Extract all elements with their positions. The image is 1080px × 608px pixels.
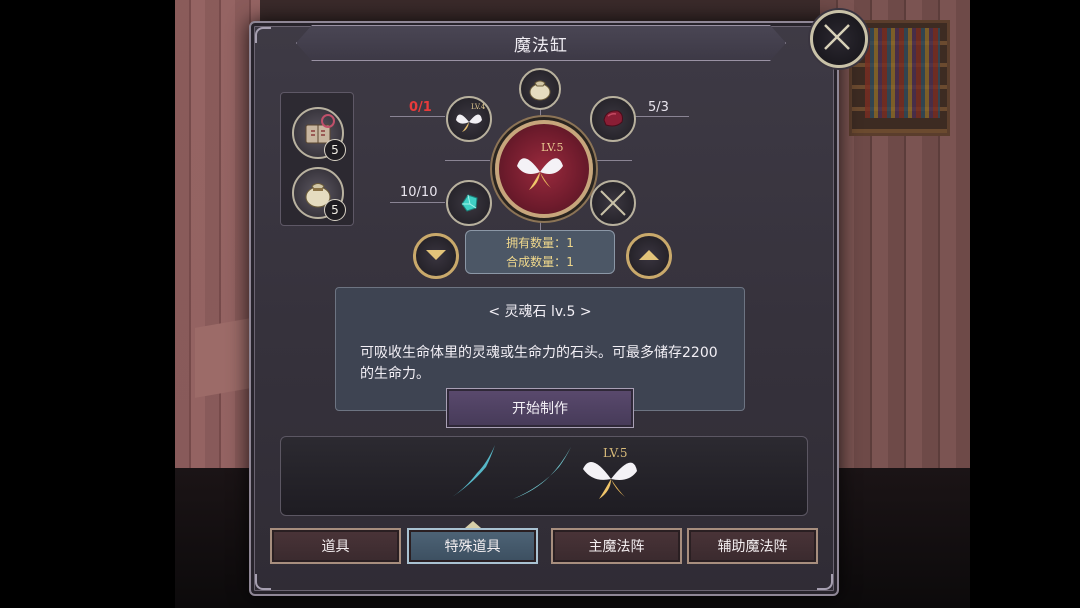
connector-line xyxy=(390,116,445,117)
material-count: 10/10 xyxy=(400,185,438,200)
chevron-up-icon xyxy=(639,250,659,260)
start-crafting-button[interactable]: 开始制作 xyxy=(446,388,634,428)
connector-line xyxy=(445,160,490,161)
item-count-badge: 5 xyxy=(324,139,346,161)
wall-left xyxy=(175,0,260,470)
result-level: LV.5 xyxy=(541,141,564,154)
window-title: 魔法缸 xyxy=(296,25,786,61)
preview-level: LV.5 xyxy=(603,446,628,460)
owned-quantity: 拥有数量：1 xyxy=(466,234,614,253)
connector-line xyxy=(390,202,445,203)
owned-value: 1 xyxy=(566,236,574,250)
item-description-text: 可吸收生命体里的灵魂或生命力的石头。可最多储存2200的生命力。 xyxy=(360,345,718,382)
wing-fragment-icon xyxy=(449,445,495,499)
close-icon xyxy=(824,24,850,50)
panel-corner xyxy=(255,27,271,43)
active-tab-indicator xyxy=(465,521,481,528)
panel-corner xyxy=(817,574,833,590)
cyan-crystal-icon xyxy=(461,194,478,212)
empty-material-slot[interactable] xyxy=(590,180,636,226)
tab-main-magic-circle[interactable]: 主魔法阵 xyxy=(551,528,682,564)
preview-artwork: LV.5 xyxy=(449,445,637,499)
soul-stone-preview-icon: LV.5 xyxy=(583,446,637,499)
craft-label: 合成数量： xyxy=(506,255,567,269)
soul-stone-icon: LV.5 xyxy=(517,141,564,190)
panel-corner xyxy=(255,574,271,590)
fairy-wing-icon: LV.4 xyxy=(456,103,486,132)
chevron-down-icon xyxy=(426,250,446,260)
category-tabs: 道具 特殊道具 主魔法阵 辅助魔法阵 xyxy=(270,528,818,564)
crafting-preview: LV.5 xyxy=(280,436,808,516)
item-count-badge: 5 xyxy=(324,199,346,221)
material-level: LV.4 xyxy=(471,103,486,111)
craft-value: 1 xyxy=(566,255,574,269)
connector-line xyxy=(590,160,632,161)
inventory-item[interactable]: 5 xyxy=(292,107,346,161)
material-inventory: 5 5 xyxy=(280,92,354,226)
material-count: 5/3 xyxy=(648,100,669,115)
tab-items[interactable]: 道具 xyxy=(270,528,401,564)
close-button[interactable] xyxy=(810,10,868,68)
empty-slot-icon xyxy=(600,190,626,216)
material-slot[interactable] xyxy=(519,68,561,110)
red-gem-icon xyxy=(603,110,623,127)
tab-auxiliary-magic-circle[interactable]: 辅助魔法阵 xyxy=(687,528,818,564)
pouch-icon xyxy=(529,80,551,101)
result-item[interactable]: LV.5 xyxy=(495,120,593,218)
quantity-info: 拥有数量：1 合成数量：1 xyxy=(465,230,615,274)
decrease-button[interactable] xyxy=(413,233,459,279)
connector-line xyxy=(632,116,689,117)
material-count: 0/1 xyxy=(409,100,432,115)
material-slot[interactable]: LV.4 xyxy=(446,96,492,142)
increase-button[interactable] xyxy=(626,233,672,279)
craft-quantity: 合成数量：1 xyxy=(466,253,614,272)
tab-special-items[interactable]: 特殊道具 xyxy=(407,528,538,564)
books xyxy=(865,28,940,118)
material-slot[interactable] xyxy=(590,96,636,142)
inventory-item[interactable]: 5 xyxy=(292,167,346,221)
material-slot[interactable] xyxy=(446,180,492,226)
item-name: < 灵魂石 lv.5 > xyxy=(488,304,592,320)
wing-fragment-icon xyxy=(513,447,571,499)
owned-label: 拥有数量： xyxy=(506,236,567,250)
